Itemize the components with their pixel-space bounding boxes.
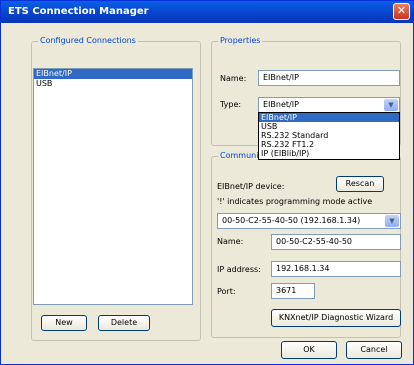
- type-option-usb[interactable]: USB: [259, 122, 399, 131]
- type-option-rs232-standard[interactable]: RS.232 Standard: [259, 131, 399, 140]
- diagnostic-wizard-button[interactable]: KNXnet/IP Diagnostic Wizard: [271, 309, 401, 327]
- configured-connections-title: Configured Connections: [38, 36, 138, 45]
- delete-button[interactable]: Delete: [98, 315, 150, 331]
- device-label: EIBnet/IP device:: [217, 182, 285, 191]
- connection-manager-window: ETS Connection Manager ✕ Configured Conn…: [0, 0, 414, 365]
- type-option-eibnet[interactable]: EIBnet/IP: [259, 113, 399, 122]
- cancel-button[interactable]: Cancel: [346, 341, 402, 359]
- type-select-value: EIBnet/IP: [263, 100, 299, 109]
- connections-list[interactable]: EIBnet/IP USB: [33, 68, 193, 305]
- name-input[interactable]: EIBnet/IP: [258, 70, 400, 86]
- port-label: Port:: [217, 287, 236, 296]
- comm-name-label: Name:: [217, 237, 244, 246]
- chevron-down-icon[interactable]: ▼: [384, 99, 398, 111]
- close-button[interactable]: ✕: [393, 3, 410, 20]
- window-title: ETS Connection Manager: [8, 6, 149, 17]
- name-label: Name:: [220, 74, 247, 83]
- device-select-value: 00-50-C2-55-40-50 (192.168.1.34): [222, 216, 361, 225]
- properties-title: Properties: [218, 36, 263, 45]
- title-bar[interactable]: ETS Connection Manager ✕: [1, 1, 413, 23]
- port-input[interactable]: 3671: [271, 283, 315, 299]
- type-dropdown-list[interactable]: EIBnet/IP USB RS.232 Standard RS.232 FT1…: [258, 112, 400, 160]
- type-option-rs232-ft12[interactable]: RS.232 FT1.2: [259, 140, 399, 149]
- ok-button[interactable]: OK: [281, 341, 337, 359]
- chevron-down-icon[interactable]: ▼: [385, 215, 399, 227]
- ip-address-input[interactable]: 192.168.1.34: [271, 261, 401, 277]
- type-select[interactable]: EIBnet/IP ▼: [258, 97, 400, 113]
- type-label: Type:: [220, 100, 242, 109]
- connection-item-eibnet[interactable]: EIBnet/IP: [34, 69, 192, 79]
- comm-name-input[interactable]: 00-50-C2-55-40-50: [271, 234, 401, 250]
- type-option-ip-eiblib[interactable]: IP (EIBlib/IP): [259, 149, 399, 158]
- device-select[interactable]: 00-50-C2-55-40-50 (192.168.1.34) ▼: [217, 213, 401, 229]
- programming-mode-hint: '!' indicates programming mode active: [217, 197, 373, 206]
- rescan-button[interactable]: Rescan: [336, 176, 384, 192]
- new-button[interactable]: New: [41, 315, 87, 331]
- ip-address-label: IP address:: [217, 265, 261, 274]
- connection-item-usb[interactable]: USB: [34, 79, 192, 89]
